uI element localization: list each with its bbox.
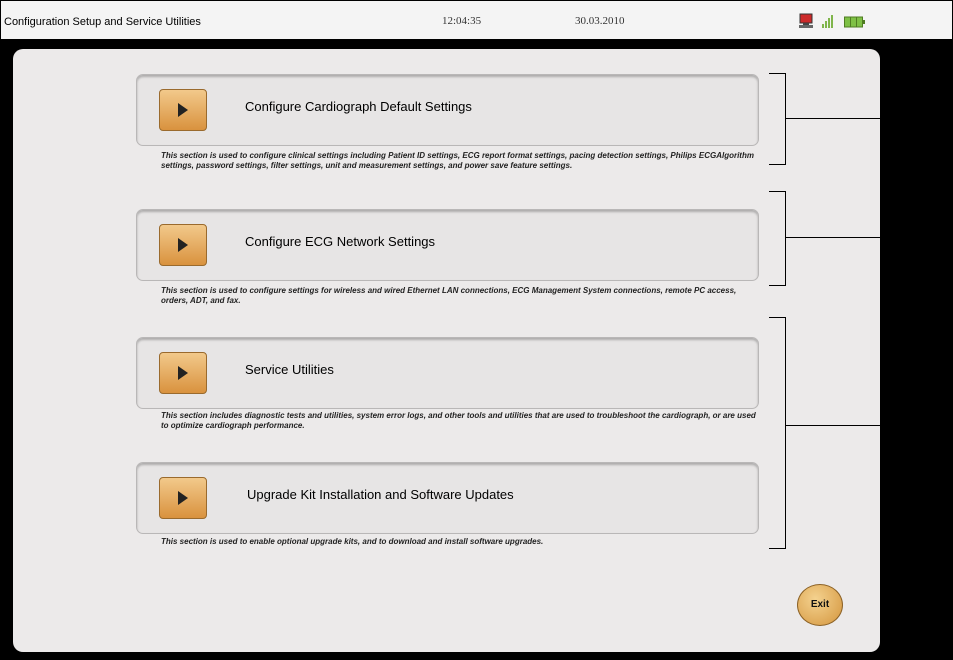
window-title: Configuration Setup and Service Utilitie… [4, 16, 201, 28]
signal-strength-icon [821, 12, 837, 35]
section-label: Service Utilities [245, 362, 334, 377]
section-description: This section is used to configure clinic… [161, 151, 754, 170]
app-window: Configuration Setup and Service Utilitie… [0, 0, 953, 660]
leader-line-b [786, 237, 921, 238]
network-icon [798, 12, 816, 35]
section-description: This section includes diagnostic tests a… [161, 411, 756, 430]
section-description: This section is used to enable optional … [161, 537, 544, 546]
section-label: Configure ECG Network Settings [245, 234, 436, 249]
play-arrow-icon [159, 352, 207, 394]
title-bar: Configuration Setup and Service Utilitie… [1, 1, 952, 42]
play-arrow-icon [159, 477, 207, 519]
battery-icon [844, 15, 866, 33]
configure-ecg-network-settings-button[interactable]: Configure ECG Network Settings [136, 209, 759, 281]
configure-cardiograph-default-settings-button[interactable]: Configure Cardiograph Default Settings [136, 74, 759, 146]
leader-line-a [786, 118, 921, 119]
leader-line-c [786, 425, 921, 426]
bracket-b [769, 191, 786, 286]
clock-time: 12:04:35 [442, 15, 482, 27]
section-label: Upgrade Kit Installation and Software Up… [247, 487, 514, 502]
play-arrow-icon [159, 224, 207, 266]
section-description: This section is used to configure settin… [161, 286, 737, 305]
clock-date: 30.03.2010 [575, 15, 625, 27]
section-label: Configure Cardiograph Default Settings [245, 99, 472, 114]
play-arrow-icon [159, 89, 207, 131]
exit-button[interactable]: Exit [797, 584, 843, 626]
upgrade-kit-installation-button[interactable]: Upgrade Kit Installation and Software Up… [136, 462, 759, 534]
callout-a: A [933, 106, 946, 125]
callout-c: C [933, 414, 946, 433]
service-utilities-button[interactable]: Service Utilities [136, 337, 759, 409]
bracket-c [769, 317, 786, 549]
callout-b: B [933, 227, 946, 246]
bracket-a [769, 73, 786, 165]
